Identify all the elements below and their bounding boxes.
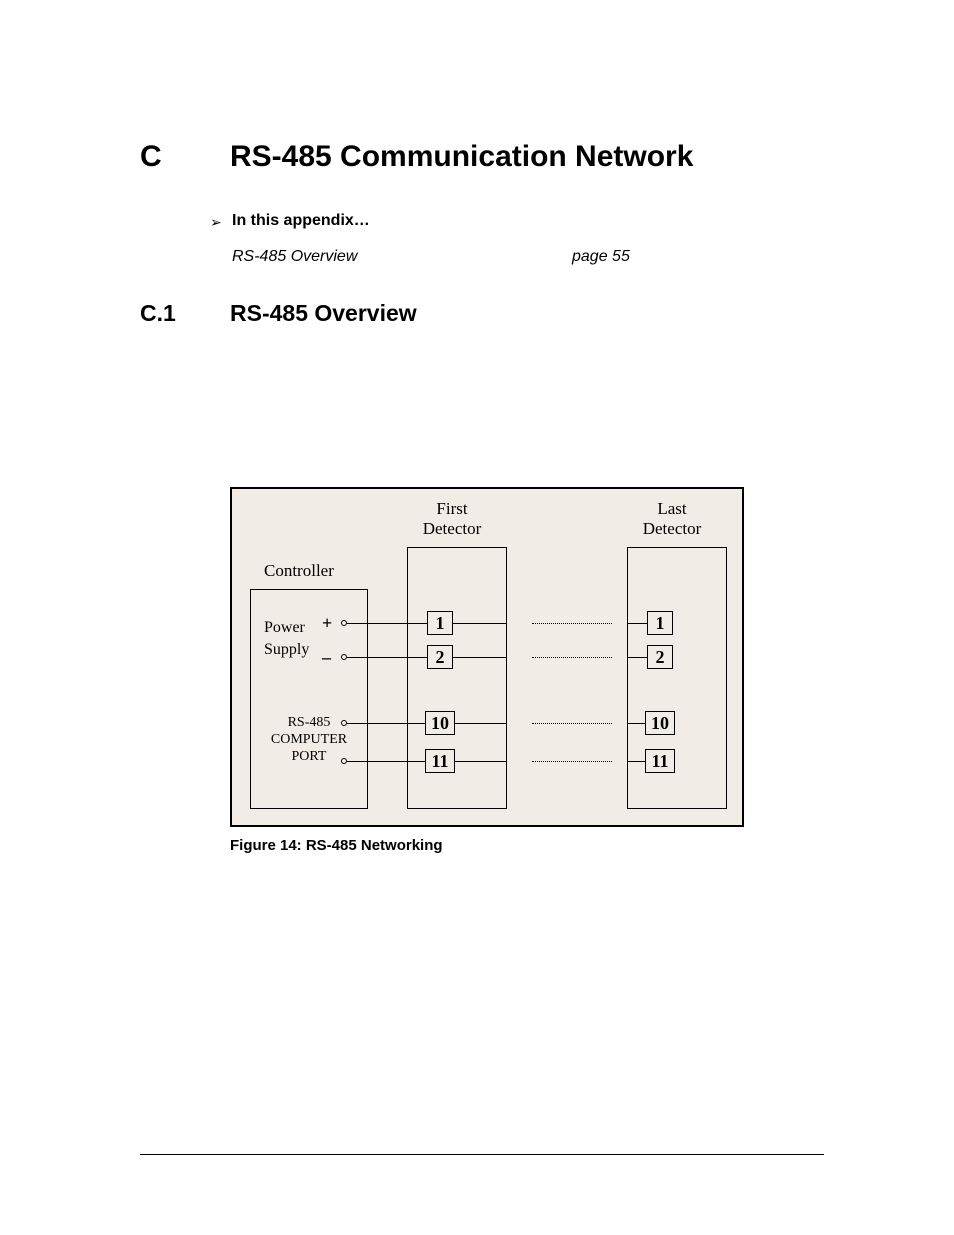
figure-caption: Figure 14: RS-485 Networking: [230, 837, 744, 854]
pin-11-first: 11: [425, 749, 455, 773]
box-first-detector: [407, 547, 507, 809]
wire: [347, 657, 427, 658]
pin-2-first: 2: [427, 645, 453, 669]
wire-dotted: [532, 723, 612, 724]
pin-2-last: 2: [647, 645, 673, 669]
wire-dotted: [532, 761, 612, 762]
label-first-detector: First Detector: [392, 499, 512, 540]
wire: [627, 657, 647, 658]
wire: [455, 723, 507, 724]
wire: [453, 623, 507, 624]
toc-row: RS-485 Overview page 55: [232, 248, 824, 266]
pin-1-last: 1: [647, 611, 673, 635]
wire: [627, 723, 645, 724]
footer-rule: [140, 1154, 824, 1155]
wire-dotted: [532, 623, 612, 624]
lead-text: In this appendix…: [232, 212, 370, 230]
label-power: Power: [264, 619, 305, 637]
wire: [455, 761, 507, 762]
arrow-bullet-icon: ➢: [210, 215, 232, 229]
appendix-heading: C RS-485 Communication Network: [140, 140, 824, 174]
section-title: RS-485 Overview: [230, 300, 417, 327]
figure-rs485-network: First Detector Last Detector Controller …: [230, 487, 744, 827]
wire-dotted: [532, 657, 612, 658]
label-minus-icon: –: [322, 647, 331, 668]
wire: [347, 761, 425, 762]
label-rs485-l2: COMPUTER: [271, 732, 347, 747]
label-rs485-l3: PORT: [292, 749, 327, 764]
page: C RS-485 Communication Network ➢ In this…: [0, 0, 954, 1235]
pin-10-first: 10: [425, 711, 455, 735]
pin-11-last: 11: [645, 749, 675, 773]
wire: [347, 623, 427, 624]
appendix-title: RS-485 Communication Network: [230, 140, 693, 174]
label-last-line1: Last: [657, 499, 686, 518]
wire: [453, 657, 507, 658]
label-controller: Controller: [264, 561, 334, 581]
label-rs485-port: RS-485 COMPUTER PORT: [268, 715, 350, 765]
label-supply: Supply: [264, 641, 309, 659]
section-heading: C.1 RS-485 Overview: [140, 300, 824, 327]
figure-wrap: First Detector Last Detector Controller …: [230, 487, 744, 854]
label-last-line2: Detector: [643, 519, 702, 538]
section-number: C.1: [140, 300, 230, 327]
label-first-line2: Detector: [423, 519, 482, 538]
toc-item: RS-485 Overview: [232, 248, 572, 266]
wire: [627, 761, 645, 762]
label-last-detector: Last Detector: [612, 499, 732, 540]
label-plus-icon: +: [322, 613, 332, 634]
pin-10-last: 10: [645, 711, 675, 735]
box-last-detector: [627, 547, 727, 809]
label-first-line1: First: [436, 499, 467, 518]
label-rs485-l1: RS-485: [288, 715, 331, 730]
wire: [627, 623, 647, 624]
appendix-letter: C: [140, 140, 230, 174]
pin-1-first: 1: [427, 611, 453, 635]
toc-page: page 55: [572, 248, 630, 266]
wire: [347, 723, 425, 724]
appendix-lead: ➢ In this appendix…: [210, 212, 824, 230]
